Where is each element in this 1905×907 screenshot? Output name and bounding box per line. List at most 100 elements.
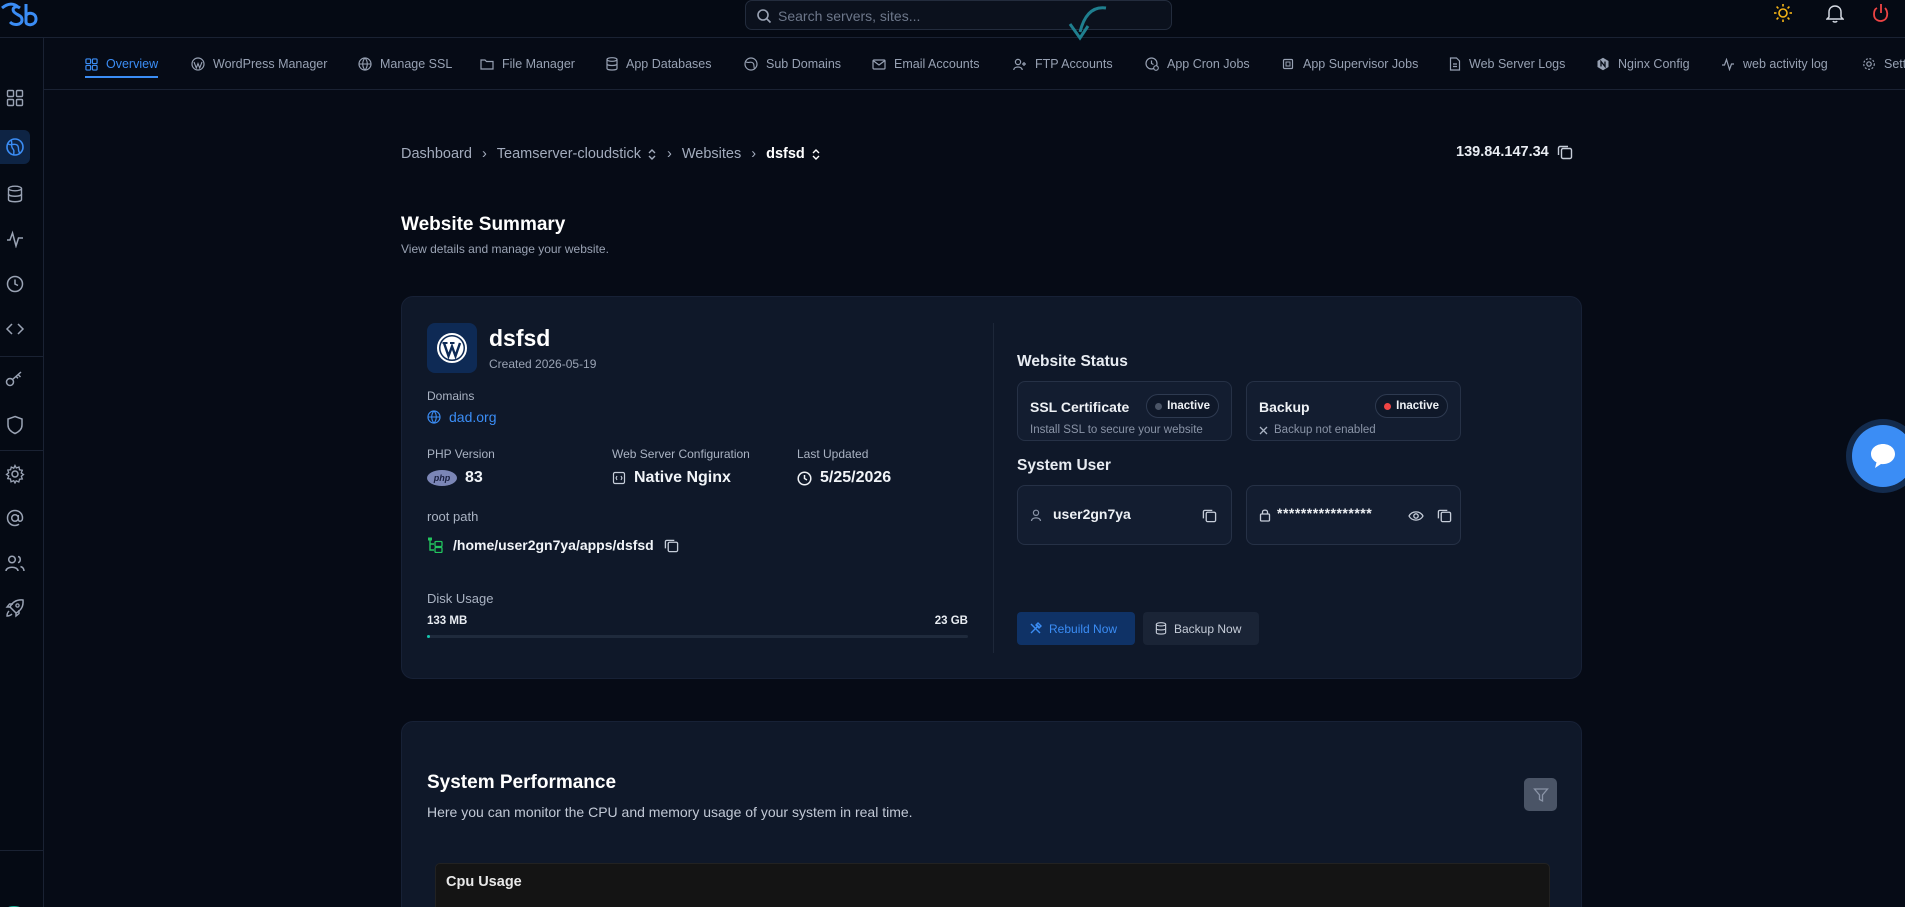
database-icon [7, 185, 23, 203]
sidebar-item-keys[interactable] [0, 362, 30, 396]
server-ip: 139.84.147.34 [1456, 144, 1573, 160]
tab-app-supervisor-jobs[interactable]: App Supervisor Jobs [1281, 38, 1418, 90]
copy-icon[interactable] [1557, 144, 1573, 160]
backup-now-button[interactable]: Backup Now [1143, 612, 1259, 645]
filter-button[interactable] [1524, 778, 1557, 811]
wordpress-logo-icon [427, 323, 477, 373]
tab-ftp-accounts[interactable]: FTP Accounts [1013, 38, 1113, 90]
activity-icon [1722, 57, 1734, 71]
php-version-label: PHP Version [427, 447, 495, 461]
copy-icon[interactable] [664, 538, 679, 553]
breadcrumb-current-site[interactable]: dsfsd [766, 146, 821, 162]
domain-text: dad.org [449, 409, 497, 425]
sidebar-item-deploy[interactable] [0, 591, 30, 625]
breadcrumb-server[interactable]: Teamserver-cloudstick [497, 146, 657, 162]
webserver-config: Native Nginx [612, 469, 731, 487]
users-icon [5, 555, 25, 572]
tab-label: Sett [1884, 57, 1905, 71]
php-logo-icon: php [427, 470, 457, 486]
sidebar-item-cron[interactable] [0, 267, 30, 301]
tab-label: web activity log [1743, 57, 1828, 71]
at-icon [6, 509, 24, 527]
site-name: dsfsd [489, 325, 551, 351]
root-path-value: /home/user2gn7ya/apps/dsfsd [453, 537, 654, 553]
bell-icon[interactable] [1823, 1, 1847, 25]
rebuild-label: Rebuild Now [1049, 621, 1118, 636]
domains-label: Domains [427, 389, 475, 403]
tab-label: App Databases [626, 57, 712, 71]
tab-nginx-config[interactable]: Nginx Config [1596, 38, 1690, 90]
user-plus-icon [1013, 58, 1026, 70]
tab-label: Overview [106, 57, 159, 71]
ssl-certificate-box[interactable]: SSL Certificate Inactive Install SSL to … [1017, 381, 1232, 441]
chat-widget-button[interactable] [1852, 425, 1905, 487]
globe-icon [427, 410, 441, 424]
sidebar-item-dashboard[interactable] [0, 81, 30, 115]
folder-icon [480, 59, 494, 70]
password-box: **************** [1246, 485, 1461, 545]
chevron-updown-icon [648, 148, 656, 160]
user-icon [1030, 509, 1042, 522]
file-icon [1449, 57, 1461, 71]
globe-lock-icon [358, 57, 372, 71]
sidebar-item-code[interactable] [0, 312, 30, 346]
tab-sub-domains[interactable]: Sub Domains [744, 38, 841, 90]
rocket-icon [5, 599, 24, 618]
sidebar-item-users[interactable] [0, 546, 30, 580]
disk-usage-values: 133 MB 23 GB [427, 615, 968, 627]
power-icon[interactable] [1869, 1, 1893, 25]
nginx-icon [1597, 57, 1609, 71]
chevron-updown-icon [812, 148, 820, 160]
logo[interactable] [0, 2, 40, 28]
close-icon [1259, 426, 1268, 434]
tab-label: App Supervisor Jobs [1303, 57, 1419, 71]
rebuild-now-button[interactable]: Rebuild Now [1017, 612, 1135, 645]
backup-subtitle: Backup not enabled [1259, 424, 1376, 436]
server-ip-text: 139.84.147.34 [1456, 144, 1549, 160]
sidebar-item-databases[interactable] [0, 177, 30, 211]
tab-web-server-logs[interactable]: Web Server Logs [1449, 38, 1565, 90]
tab-app-cron-jobs[interactable]: App Cron Jobs [1145, 38, 1250, 90]
page-subtitle: View details and manage your website. [401, 242, 609, 256]
grid-icon [85, 57, 98, 71]
root-path: /home/user2gn7ya/apps/dsfsd [427, 537, 679, 553]
key-icon [5, 371, 22, 387]
website-summary-card: dsfsd Created 2026-05-19 Domains dad.org… [401, 296, 1582, 679]
tab-manage-ssl[interactable]: Manage SSL [358, 38, 452, 90]
top-bar [0, 0, 1905, 41]
tab-label: App Cron Jobs [1167, 57, 1250, 71]
activity-icon [7, 230, 23, 248]
tab-settings[interactable]: Sett [1862, 38, 1905, 90]
password-masked: **************** [1277, 505, 1373, 521]
filter-icon [1532, 787, 1549, 802]
sidebar-item-email[interactable] [0, 501, 30, 535]
tab-overview[interactable]: Overview [85, 38, 159, 90]
sidebar-item-websites[interactable] [0, 130, 30, 164]
tab-file-manager[interactable]: File Manager [480, 38, 575, 90]
status-dot [1155, 402, 1163, 410]
code-icon [5, 323, 25, 335]
breadcrumb-dashboard[interactable]: Dashboard [401, 146, 472, 162]
copy-icon[interactable] [1437, 508, 1452, 523]
php-version-value: 83 [465, 469, 483, 486]
tab-email-accounts[interactable]: Email Accounts [872, 38, 979, 90]
sidebar-item-monitoring[interactable] [0, 222, 30, 256]
sun-icon[interactable] [1771, 1, 1795, 25]
backup-status-badge: Inactive [1375, 394, 1448, 418]
eye-icon[interactable] [1408, 510, 1424, 522]
sidebar-item-security[interactable] [0, 408, 30, 442]
copy-icon[interactable] [1202, 508, 1217, 523]
tab-label: Nginx Config [1618, 57, 1690, 71]
backup-box[interactable]: Backup Inactive Backup not enabled [1246, 381, 1461, 441]
clock-icon [797, 470, 812, 486]
tab-label: Web Server Logs [1469, 57, 1566, 71]
breadcrumb-websites[interactable]: Websites [682, 146, 741, 162]
domain-link[interactable]: dad.org [427, 409, 496, 425]
tab-app-databases[interactable]: App Databases [606, 38, 711, 90]
performance-title: System Performance [427, 772, 617, 793]
tab-wordpress-manager[interactable]: WordPress Manager [191, 38, 327, 90]
globe-icon [744, 57, 758, 71]
tab-web-activity-log[interactable]: web activity log [1721, 38, 1828, 90]
sidebar-item-settings[interactable] [0, 457, 30, 491]
username-value: user2gn7ya [1053, 506, 1131, 522]
